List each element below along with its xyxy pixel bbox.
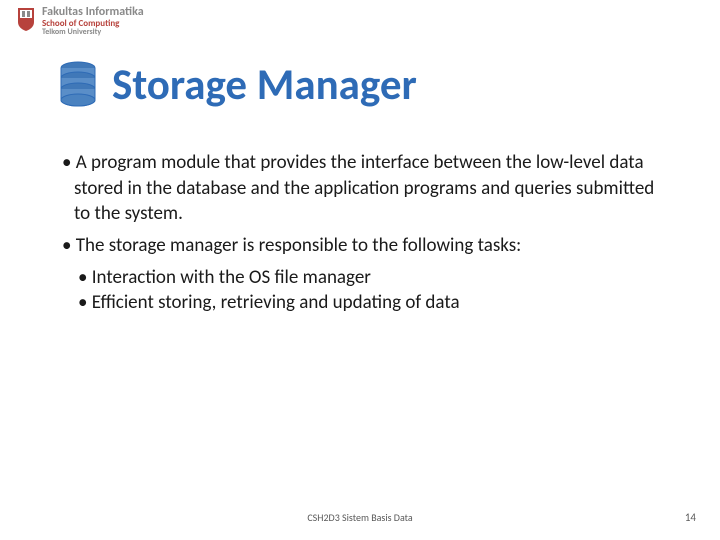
slide-title: Storage Manager	[112, 58, 417, 111]
bullet-1: • A program module that provides the int…	[62, 150, 660, 227]
shield-icon	[16, 6, 36, 32]
slide-body: • A program module that provides the int…	[62, 150, 660, 316]
footer-course: CSH2D3 Sistem Basis Data	[0, 511, 720, 524]
logo-text: Fakultas Informatika School of Computing…	[42, 6, 144, 36]
footer-page-number: 14	[685, 511, 696, 524]
database-icon	[58, 61, 98, 109]
logo-faculty: Fakultas Informatika	[42, 6, 144, 19]
bullet-2: • The storage manager is responsible to …	[62, 233, 660, 259]
slide-title-row: Storage Manager	[58, 58, 417, 111]
bullet-2b: • Efficient storing, retrieving and upda…	[62, 290, 660, 316]
university-logo: Fakultas Informatika School of Computing…	[16, 6, 144, 36]
logo-university: Telkom University	[42, 28, 144, 36]
bullet-2a: • Interaction with the OS file manager	[62, 265, 660, 291]
